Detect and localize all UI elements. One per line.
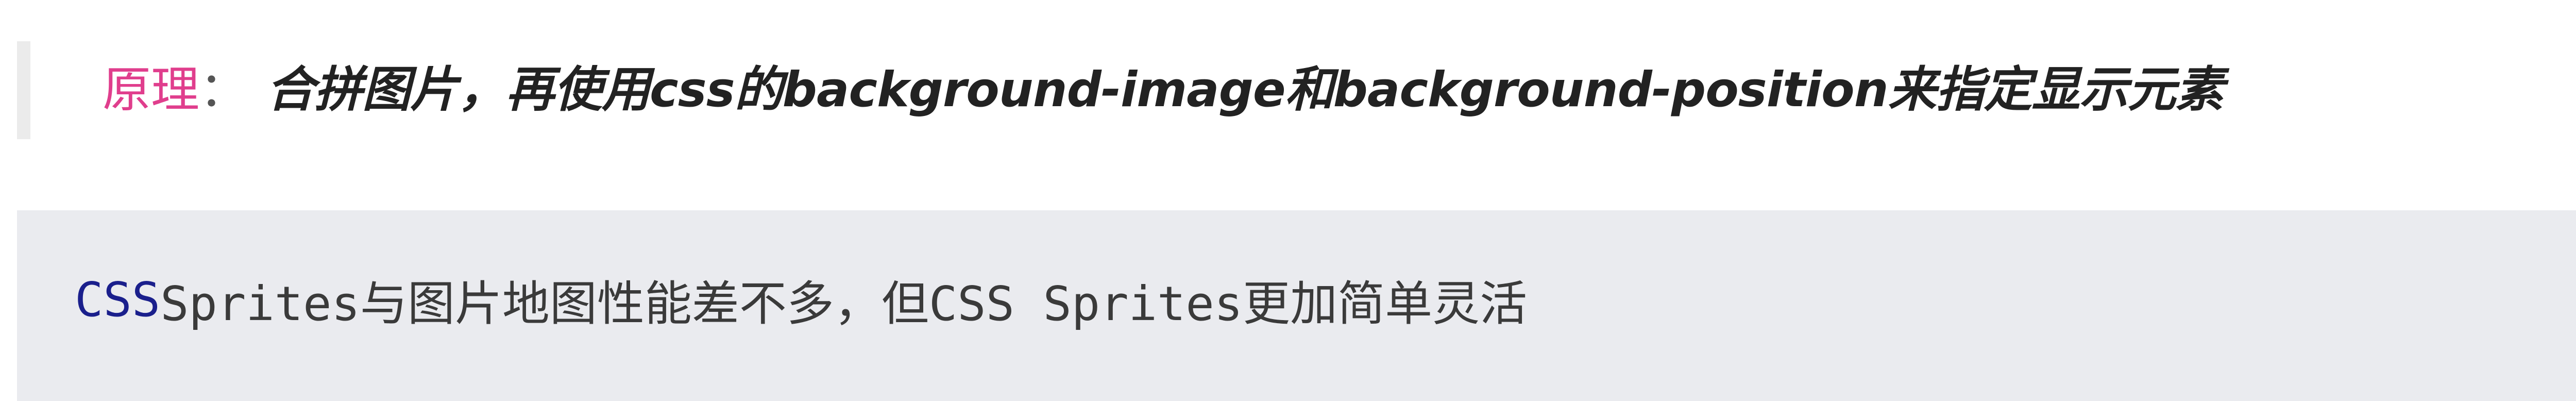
code-keyword: CSS xyxy=(75,272,161,327)
principle-colon: ： xyxy=(199,62,248,118)
principle-blockquote: 原理 ： 合拼图片，再使用css的background-image和backgr… xyxy=(17,41,2576,139)
code-line: CSS Sprites与图片地图性能差不多，但CSS Sprites更加简单灵活 xyxy=(75,271,1527,331)
principle-label: 原理 xyxy=(103,62,200,118)
code-block: CSS Sprites与图片地图性能差不多，但CSS Sprites更加简单灵活 xyxy=(17,210,2576,401)
principle-text: 合拼图片，再使用css的background-image和background-… xyxy=(266,62,2224,118)
principle-line: 原理 ： 合拼图片，再使用css的background-image和backgr… xyxy=(103,41,2224,139)
code-text: Sprites与图片地图性能差不多，但CSS Sprites更加简单灵活 xyxy=(160,276,1528,331)
